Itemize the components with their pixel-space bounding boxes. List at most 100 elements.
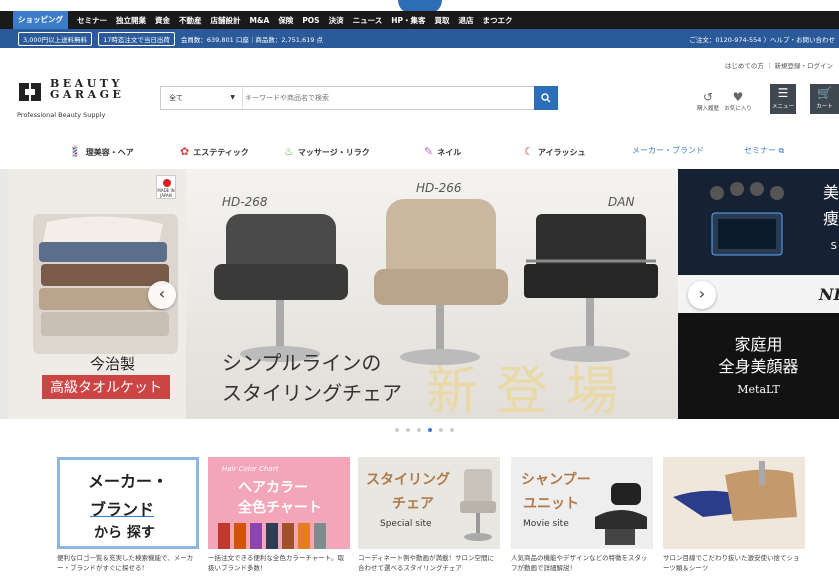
carousel-dot[interactable] [417, 428, 421, 432]
chair-caption-2: スタイリングチェア [222, 381, 402, 405]
banner-title-1: スタイリング [366, 472, 450, 488]
external-link-icon: ⧉ [778, 146, 785, 155]
topnav-payment[interactable]: 決済 [329, 15, 344, 26]
promo-home-facial-device[interactable]: 家庭用 全身美顔器 MetaLT [678, 313, 839, 419]
cart-icon: 🛒 [817, 86, 832, 100]
search-button[interactable] [534, 86, 558, 110]
topnav-seminar[interactable]: セミナー [77, 15, 107, 26]
topnav-funding[interactable]: 資金 [155, 15, 170, 26]
search-category-value: 全て [169, 94, 183, 102]
search-category-select[interactable]: 全て ▼ [161, 87, 243, 109]
promo-top-char-1: 美 [822, 183, 839, 202]
logo-text: BEAUTY GARAGE [50, 77, 125, 101]
banner-desc-hair-color: 一括注文できる便利な全色カラーチャート。取扱いブランド多数！ [208, 554, 345, 572]
category-esthetic[interactable]: ✿ エステティック [180, 145, 249, 158]
promo-home-label: 家庭用 [734, 335, 783, 354]
cart-button[interactable]: 🛒 カート [810, 84, 839, 114]
account-links[interactable]: はじめての方 ｜ 新規登録・ログイン [725, 60, 833, 70]
same-day-badge[interactable]: 17時迄注文で当日出荷 [98, 31, 175, 46]
category-seminar[interactable]: セミナー ⧉ [744, 145, 784, 156]
menu-button[interactable]: ☰ メニュー [770, 84, 796, 114]
topnav-closing[interactable]: 退店 [459, 15, 474, 26]
purchase-history-label: 購入履歴 [696, 106, 719, 112]
topnav-startup[interactable]: 独立開業 [116, 15, 146, 26]
promo-slimming-device[interactable]: 美 痩 S [678, 169, 839, 275]
search-icon [541, 93, 551, 103]
search-bar: 全て ▼ [160, 86, 558, 110]
category-nail[interactable]: ✎ ネイル [424, 145, 461, 158]
topnav-realestate[interactable]: 不動産 [179, 15, 202, 26]
carousel-dot[interactable] [450, 428, 454, 432]
banner-subtitle: Movie site [523, 519, 569, 529]
banner-title-2: チェア [392, 496, 434, 512]
towel-caption-1: 今治製 [90, 355, 136, 373]
member-stats: 会員数：639,801 口座｜商品数：2,751,619 点 [180, 35, 323, 44]
site-header: はじめての方 ｜ 新規登録・ログイン BEAUTY GARAGE Profess… [0, 48, 839, 136]
carousel-dot[interactable] [406, 428, 410, 432]
category-nav: 💈 理美容・ヘア ✿ エステティック ♨ マッサージ・リラク ✎ ネイル ☾ アイラッシュ… [0, 140, 839, 164]
topnav-hp[interactable]: HP・集客 [391, 15, 425, 26]
topnav-insurance[interactable]: 保険 [278, 15, 293, 26]
category-label: エステティック [193, 148, 249, 157]
banner-disposable-shorts[interactable] [663, 457, 805, 549]
nail-icon: ✎ [424, 145, 434, 158]
carousel-prev-button[interactable]: ‹ [148, 281, 176, 309]
menu-label: メニュー [771, 104, 794, 110]
new-arrival-headline: 新登場 [426, 362, 637, 419]
category-label: ネイル [437, 148, 462, 157]
topnav-eyelash[interactable]: まつエク [483, 15, 513, 26]
chevron-right-icon: › [698, 284, 706, 303]
carousel-dot-active[interactable] [428, 428, 432, 432]
banner-shampoo-unit[interactable]: シャンプー ユニット Movie site [511, 457, 653, 549]
carousel-next-button[interactable]: › [688, 281, 716, 309]
chair-caption-1: シンプルラインの [222, 351, 382, 375]
carousel-dot[interactable] [395, 428, 399, 432]
topnav-ma[interactable]: M&A [250, 16, 270, 25]
free-shipping-badge[interactable]: 3,000円以上送料無料 [18, 31, 93, 46]
promo-brand-text: NI [818, 285, 839, 304]
esthetic-icon: ✿ [180, 145, 190, 158]
category-eyelash[interactable]: ☾ アイラッシュ [524, 145, 585, 158]
hero-carousel: MADE IN JAPAN 今治製 高級タオルケット HD-268 HD-266… [0, 169, 839, 419]
logo-subtitle: Professional Beauty Supply [17, 111, 106, 119]
favorites-button[interactable]: ♥ お気に入り [724, 90, 752, 112]
towel-caption-2: 高級タオルケット [42, 375, 170, 399]
topnav-buyback[interactable]: 買取 [435, 15, 450, 26]
banner-title-1: ヘアカラー [238, 480, 308, 496]
banner-title-2: ブランド [90, 500, 155, 519]
history-icon: ↺ [702, 90, 714, 104]
info-bar: 3,000円以上送料無料 17時迄注文で当日出荷 会員数：639,801 口座｜… [0, 29, 839, 48]
contact-help-link[interactable]: ご注文：0120-974-554 〉ヘルプ・お問い合わせ [689, 34, 835, 44]
banner-maker-brand[interactable]: メーカー・ ブランド から 探す [57, 457, 199, 549]
banner-title-3: から 探す [94, 525, 155, 541]
category-massage[interactable]: ♨ マッサージ・リラク [284, 145, 370, 158]
device-image [710, 182, 784, 256]
carousel-dots [395, 428, 461, 432]
topnav-store-design[interactable]: 店舗設計 [211, 15, 241, 26]
banner-hair-color-chart[interactable]: Hair Color Chart ヘアカラー 全色チャート [208, 457, 350, 549]
top-nav: ショッピング セミナー 独立開業 資金 不動産 店舗設計 M&A 保険 POS … [0, 11, 839, 29]
color-tubes-image [218, 523, 326, 549]
topnav-shopping[interactable]: ショッピング [13, 11, 68, 29]
category-maker-brand[interactable]: メーカー・ブランド [632, 145, 704, 156]
slide-styling-chair[interactable]: HD-268 HD-266 DAN シンプルラインの スタイリングチェア 新登場 [186, 169, 678, 419]
promo-device-label: 全身美顔器 [718, 357, 799, 376]
purchase-history-button[interactable]: ↺ 購入履歴 [694, 90, 722, 112]
logo-mark-icon [19, 83, 41, 101]
hamburger-icon: ☰ [777, 86, 789, 100]
promo-top-char-3: S [830, 241, 837, 252]
favorites-label: お気に入り [724, 106, 752, 112]
banner-title-1: シャンプー [521, 472, 591, 488]
category-label: マッサージ・リラク [297, 148, 370, 157]
carousel-dot[interactable] [439, 428, 443, 432]
banner-desc-maker-brand: 便利なロゴ一覧＆充実した検索機能で、メーカー・ブランドがすぐに探せる！ [57, 554, 194, 572]
topnav-news[interactable]: ニュース [353, 15, 383, 26]
category-label: アイラッシュ [537, 148, 586, 157]
banner-desc-shampoo-unit: 人気商品の機能やデザインなどの特徴をスタッフが動画で詳細解説！ [511, 554, 648, 572]
banner-script-title: Hair Color Chart [222, 465, 279, 473]
search-input[interactable] [245, 90, 505, 106]
category-hair[interactable]: 💈 理美容・ヘア [68, 145, 134, 158]
topnav-pos[interactable]: POS [302, 16, 319, 25]
banner-subtitle: Special site [380, 519, 432, 529]
banner-styling-chair[interactable]: スタイリング チェア Special site [358, 457, 500, 549]
